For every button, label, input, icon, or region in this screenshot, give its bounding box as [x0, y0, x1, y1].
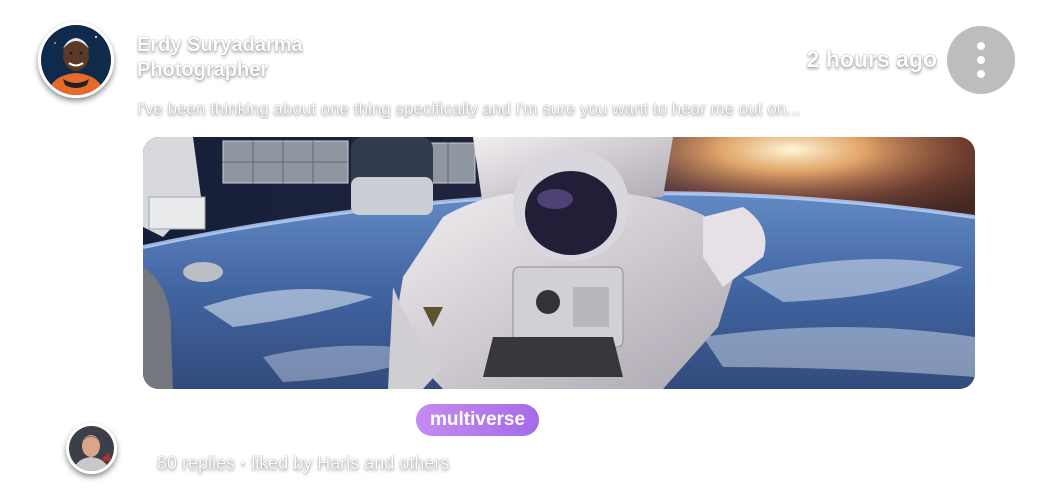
author-avatar[interactable]: [38, 22, 114, 98]
astronaut-photo: [143, 137, 975, 389]
more-options-button[interactable]: [947, 26, 1015, 94]
post-card: Erdy Suryadarma Photographer 2 hours ago…: [0, 0, 1063, 503]
liked-by[interactable]: liked by Haris and others: [251, 453, 449, 474]
post-excerpt[interactable]: I've been thinking about one thing speci…: [137, 99, 937, 119]
stats-separator: •: [241, 456, 246, 470]
replies-count[interactable]: 80 replies: [157, 453, 235, 474]
more-vertical-icon: [976, 42, 986, 78]
author-role: Photographer: [137, 59, 269, 81]
author-name[interactable]: Erdy Suryadarma: [137, 34, 303, 57]
author-avatar-image: [41, 25, 111, 95]
reply-avatar[interactable]: [66, 423, 117, 474]
post-image[interactable]: [143, 137, 975, 389]
reply-avatar-image: [69, 426, 114, 471]
post-timestamp: 2 hours ago: [806, 46, 937, 72]
tag-multiverse[interactable]: multiverse: [416, 404, 540, 436]
post-stats: 80 replies • liked by Haris and others: [157, 453, 449, 474]
